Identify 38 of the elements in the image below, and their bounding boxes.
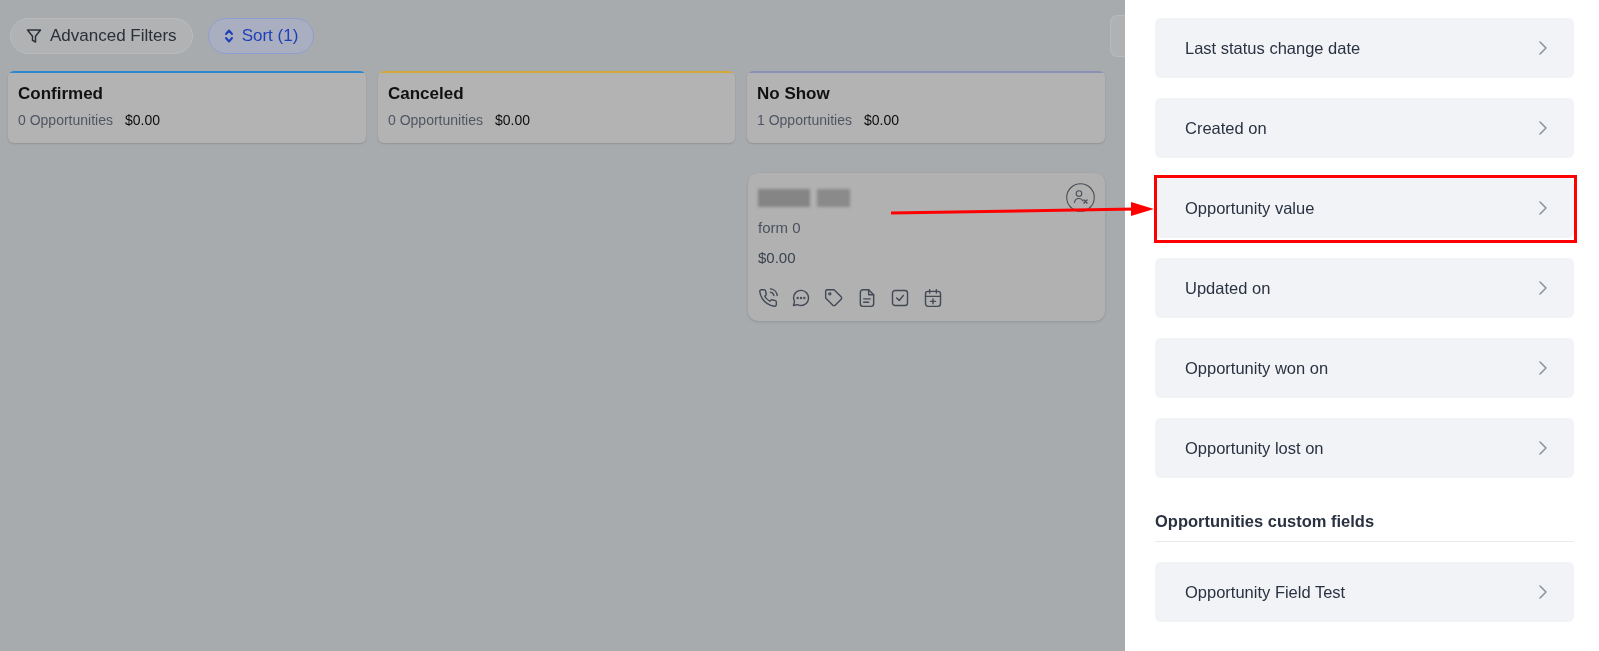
phone-icon[interactable] xyxy=(758,288,778,308)
field-option[interactable]: Opportunity Field Test xyxy=(1155,562,1574,622)
opportunity-count: 1 Opportunities xyxy=(757,111,852,129)
column-total: $0.00 xyxy=(863,111,899,129)
opportunity-count: 0 Opportunities xyxy=(18,111,113,129)
field-option[interactable]: Created on xyxy=(1155,98,1574,158)
tag-icon[interactable] xyxy=(824,288,844,308)
column-title: No Show xyxy=(757,83,831,105)
opportunity-count: 0 Opportunities xyxy=(388,111,483,129)
field-option[interactable]: Updated on xyxy=(1155,258,1574,318)
document-icon[interactable] xyxy=(857,288,877,308)
chevron-right-icon xyxy=(1539,41,1547,55)
chevron-right-icon xyxy=(1539,121,1547,135)
chevron-right-icon xyxy=(1539,201,1547,215)
sort-button[interactable]: Sort (1) xyxy=(207,18,315,54)
opportunity-source: form 0 xyxy=(758,219,802,237)
sort-icon xyxy=(223,28,234,44)
field-option[interactable]: Opportunity lost on xyxy=(1155,418,1574,478)
opportunity-value: $0.00 xyxy=(758,249,797,267)
column-title: Canceled xyxy=(388,83,465,105)
column-total: $0.00 xyxy=(124,111,160,129)
field-option[interactable]: Opportunity value xyxy=(1155,178,1574,238)
column-title: Confirmed xyxy=(18,83,104,105)
chevron-right-icon xyxy=(1539,441,1547,455)
chevron-right-icon xyxy=(1539,281,1547,295)
field-option[interactable]: Opportunity won on xyxy=(1155,338,1574,398)
column-total: $0.00 xyxy=(494,111,530,129)
filter-icon xyxy=(26,28,42,44)
chevron-right-icon xyxy=(1539,361,1547,375)
opportunity-card[interactable]: form 0 $0.00 xyxy=(748,173,1105,321)
section-heading: Opportunities custom fields xyxy=(1155,511,1574,542)
field-option[interactable]: Last status change date xyxy=(1155,18,1574,78)
chevron-right-icon xyxy=(1539,585,1547,599)
filter-button[interactable]: Advanced Filters xyxy=(10,18,193,54)
checkbox-icon[interactable] xyxy=(890,288,910,308)
calendar-plus-icon[interactable] xyxy=(923,288,943,308)
chat-bubble-icon[interactable] xyxy=(791,288,811,308)
person-x-icon[interactable] xyxy=(1066,183,1095,212)
